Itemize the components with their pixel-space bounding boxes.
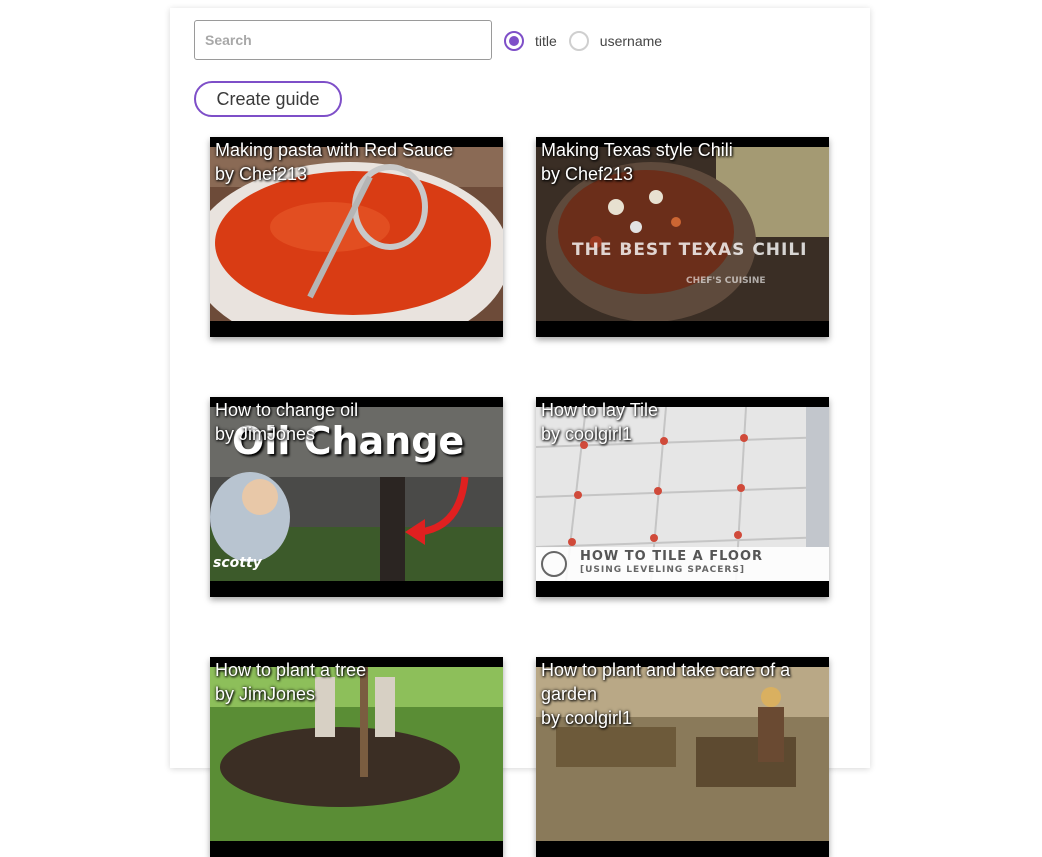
guide-card-tree[interactable]: How to plant a tree by JimJones — [210, 657, 503, 857]
guide-card-garden[interactable]: How to plant and take care of a garden b… — [536, 657, 829, 857]
radio-selected-dot — [509, 36, 519, 46]
thumbnail-overlay-subtext: CHEF'S CUISINE — [686, 276, 766, 286]
guide-author: by coolgirl1 — [541, 708, 633, 728]
thumbnail-overlay-subtext: [USING LEVELING SPACERS] — [580, 565, 745, 575]
guide-author: by Chef213 — [541, 164, 634, 184]
guide-title: How to plant a tree — [215, 660, 367, 680]
guide-title: Making Texas style Chili — [541, 140, 733, 160]
guide-title: How to change oil — [215, 400, 359, 420]
radio-title[interactable]: title — [504, 31, 557, 51]
guide-card-pasta[interactable]: Making pasta with Red Sauce by Chef213 — [210, 137, 503, 337]
radio-username-circle[interactable] — [568, 31, 589, 51]
search-filter-group: title username — [504, 28, 674, 54]
guide-title: How to lay Tile — [541, 400, 659, 420]
guide-author: by JimJones — [215, 424, 316, 444]
thumbnail-overlay-subtext: scotty — [213, 555, 262, 571]
guide-title: Making pasta with Red Sauce — [215, 140, 454, 160]
guide-card-oil[interactable]: Oil Change scotty How to change oil by J… — [210, 397, 503, 597]
radio-username-label: username — [599, 33, 663, 49]
guide-author: by JimJones — [215, 684, 316, 704]
guide-title: How to plant and take care of a garden — [541, 660, 791, 704]
search-input[interactable] — [194, 20, 492, 60]
thumbnail-overlay-text: THE BEST TEXAS CHILI — [572, 240, 808, 260]
radio-username[interactable]: username — [568, 31, 663, 51]
radio-title-label: title — [535, 33, 557, 49]
guides-panel: title username Create guide Making pasta… — [170, 8, 870, 857]
guide-card-tile[interactable]: HOW TO TILE A FLOOR [USING LEVELING SPAC… — [536, 397, 829, 597]
create-guide-button[interactable]: Create guide — [194, 81, 342, 117]
guide-author: by coolgirl1 — [541, 424, 633, 444]
guide-author: by Chef213 — [215, 164, 308, 184]
thumbnail-overlay-text: HOW TO TILE A FLOOR — [580, 549, 764, 564]
guide-card-chili[interactable]: THE BEST TEXAS CHILI CHEF'S CUISINE Maki… — [536, 137, 829, 337]
radio-title-circle[interactable] — [504, 31, 524, 51]
